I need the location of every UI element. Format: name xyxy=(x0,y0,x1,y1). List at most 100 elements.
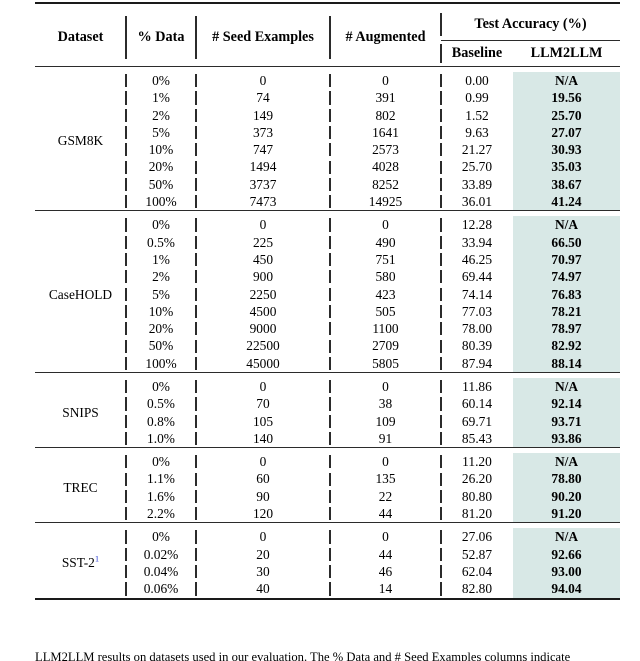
cell-seed-examples: 90 xyxy=(195,488,330,505)
cell-baseline-accuracy: 82.80 xyxy=(440,580,513,598)
footnote-marker[interactable]: 1 xyxy=(95,554,99,564)
cell-seed-examples: 30 xyxy=(195,563,330,580)
table-row: TREC 0% 0 0 11.20 N/A xyxy=(35,453,620,494)
results-table-container: Dataset % Data # Seed Examples # Augment… xyxy=(35,2,620,605)
table-header: Dataset % Data # Seed Examples # Augment… xyxy=(35,3,620,72)
cell-augmented: 1641 xyxy=(329,124,441,141)
table-row: GSM8K 0% 0 0 0.00 N/A xyxy=(35,72,620,148)
cell-llm2llm-accuracy: 70.97 xyxy=(513,250,620,269)
cell-llm2llm-accuracy: 30.93 xyxy=(513,141,620,159)
cell-pct-data: 10% xyxy=(125,141,196,158)
cell-seed-examples: 900 xyxy=(195,268,330,285)
dataset-label: GSM8K xyxy=(57,133,104,149)
header-test-accuracy: Test Accuracy (%) xyxy=(440,9,620,41)
cell-augmented: 751 xyxy=(329,251,441,268)
header-row-primary: Dataset % Data # Seed Examples # Augment… xyxy=(35,9,620,59)
table-footer xyxy=(35,598,620,605)
cell-baseline-accuracy: 60.14 xyxy=(440,395,513,412)
cell-pct-data: 0% xyxy=(125,378,196,395)
cell-baseline-accuracy: 52.87 xyxy=(440,546,513,563)
cell-augmented: 0 xyxy=(329,216,441,233)
table-row: SNIPS 0% 0 0 11.86 N/A xyxy=(35,378,620,419)
cell-seed-examples: 22500 xyxy=(195,337,330,354)
cell-seed-examples: 0 xyxy=(195,378,330,395)
cell-baseline-accuracy: 33.94 xyxy=(440,234,513,251)
cell-seed-examples: 450 xyxy=(195,251,330,268)
cell-baseline-accuracy: 0.00 xyxy=(440,72,513,89)
cell-llm2llm-accuracy: 25.70 xyxy=(513,106,620,124)
cell-llm2llm-accuracy: 93.86 xyxy=(513,429,620,448)
cell-augmented: 4028 xyxy=(329,158,441,175)
cell-augmented: 580 xyxy=(329,268,441,285)
table-bottom-rule xyxy=(35,598,620,605)
cell-seed-examples: 0 xyxy=(195,216,330,233)
cell-pct-data: 0% xyxy=(125,72,196,89)
dataset-label: SNIPS xyxy=(62,404,99,420)
cell-augmented: 135 xyxy=(329,471,441,488)
cell-augmented: 91 xyxy=(329,430,441,448)
cell-llm2llm-accuracy: N/A xyxy=(513,453,620,471)
cell-llm2llm-accuracy: 74.97 xyxy=(513,268,620,286)
cell-seed-examples: 9000 xyxy=(195,320,330,337)
cell-seed-examples: 140 xyxy=(195,430,330,448)
dataset-name-sst-2: SST-21 xyxy=(35,528,126,598)
cell-baseline-accuracy: 74.14 xyxy=(440,286,513,303)
cell-baseline-accuracy: 33.89 xyxy=(440,176,513,193)
cell-llm2llm-accuracy: 35.03 xyxy=(513,158,620,176)
table-row: SST-21 0% 0 0 27.06 N/A xyxy=(35,528,620,570)
cell-baseline-accuracy: 11.20 xyxy=(440,453,513,470)
dataset-name-casehold: CaseHOLD xyxy=(35,216,126,372)
cell-seed-examples: 70 xyxy=(195,395,330,412)
cell-augmented: 0 xyxy=(329,72,441,89)
cell-pct-data: 50% xyxy=(125,337,196,354)
cell-augmented: 46 xyxy=(329,563,441,580)
cell-seed-examples: 20 xyxy=(195,546,330,563)
table-figure-page: Dataset % Data # Seed Examples # Augment… xyxy=(0,0,640,661)
cell-seed-examples: 3737 xyxy=(195,176,330,193)
cell-pct-data: 50% xyxy=(125,176,196,193)
cell-pct-data: 0.02% xyxy=(125,546,196,563)
cell-llm2llm-accuracy: 93.71 xyxy=(513,412,620,430)
cell-llm2llm-accuracy: N/A xyxy=(513,216,620,234)
cell-augmented: 8252 xyxy=(329,176,441,193)
dataset-label: CaseHOLD xyxy=(48,286,113,302)
cell-llm2llm-accuracy: 78.21 xyxy=(513,302,620,321)
cell-baseline-accuracy: 80.39 xyxy=(440,337,513,354)
cell-pct-data: 1.1% xyxy=(125,471,196,488)
cell-pct-data: 0% xyxy=(125,453,196,470)
cell-baseline-accuracy: 0.99 xyxy=(440,89,513,106)
cell-baseline-accuracy: 9.63 xyxy=(440,124,513,141)
cell-llm2llm-accuracy: 66.50 xyxy=(513,233,620,251)
cell-llm2llm-accuracy: 41.24 xyxy=(513,193,620,211)
dataset-name-snips: SNIPS xyxy=(35,378,126,448)
cell-pct-data: 1.6% xyxy=(125,488,196,505)
cell-pct-data: 0.5% xyxy=(125,234,196,251)
dataset-label: SST-2 xyxy=(61,555,95,571)
cell-baseline-accuracy: 80.80 xyxy=(440,488,513,505)
cell-seed-examples: 2250 xyxy=(195,286,330,303)
cell-baseline-accuracy: 11.86 xyxy=(440,378,513,395)
results-table: Dataset % Data # Seed Examples # Augment… xyxy=(35,2,620,605)
cell-pct-data: 1.0% xyxy=(125,430,196,448)
cell-llm2llm-accuracy: 78.97 xyxy=(513,320,620,338)
cell-llm2llm-accuracy: N/A xyxy=(513,528,620,546)
cell-llm2llm-accuracy: 38.67 xyxy=(513,175,620,194)
table-caption: LLM2LLM results on datasets used in our … xyxy=(35,650,620,661)
cell-seed-examples: 40 xyxy=(195,580,330,598)
cell-pct-data: 0% xyxy=(125,528,196,545)
header-llm2llm: LLM2LLM xyxy=(530,45,603,62)
cell-llm2llm-accuracy: N/A xyxy=(513,72,620,90)
cell-baseline-accuracy: 87.94 xyxy=(440,355,513,373)
cell-pct-data: 0.04% xyxy=(125,563,196,580)
table-row: CaseHOLD 0% 0 0 12.28 N/A xyxy=(35,216,620,301)
header-baseline: Baseline xyxy=(440,41,513,67)
cell-augmented: 802 xyxy=(329,107,441,124)
cell-seed-examples: 45000 xyxy=(195,355,330,373)
cell-llm2llm-accuracy: 91.20 xyxy=(513,505,620,523)
cell-pct-data: 1% xyxy=(125,251,196,268)
cell-seed-examples: 7473 xyxy=(195,193,330,211)
cell-augmented: 2709 xyxy=(329,337,441,354)
cell-pct-data: 0.06% xyxy=(125,580,196,598)
cell-augmented: 44 xyxy=(329,546,441,563)
cell-augmented: 44 xyxy=(329,505,441,523)
